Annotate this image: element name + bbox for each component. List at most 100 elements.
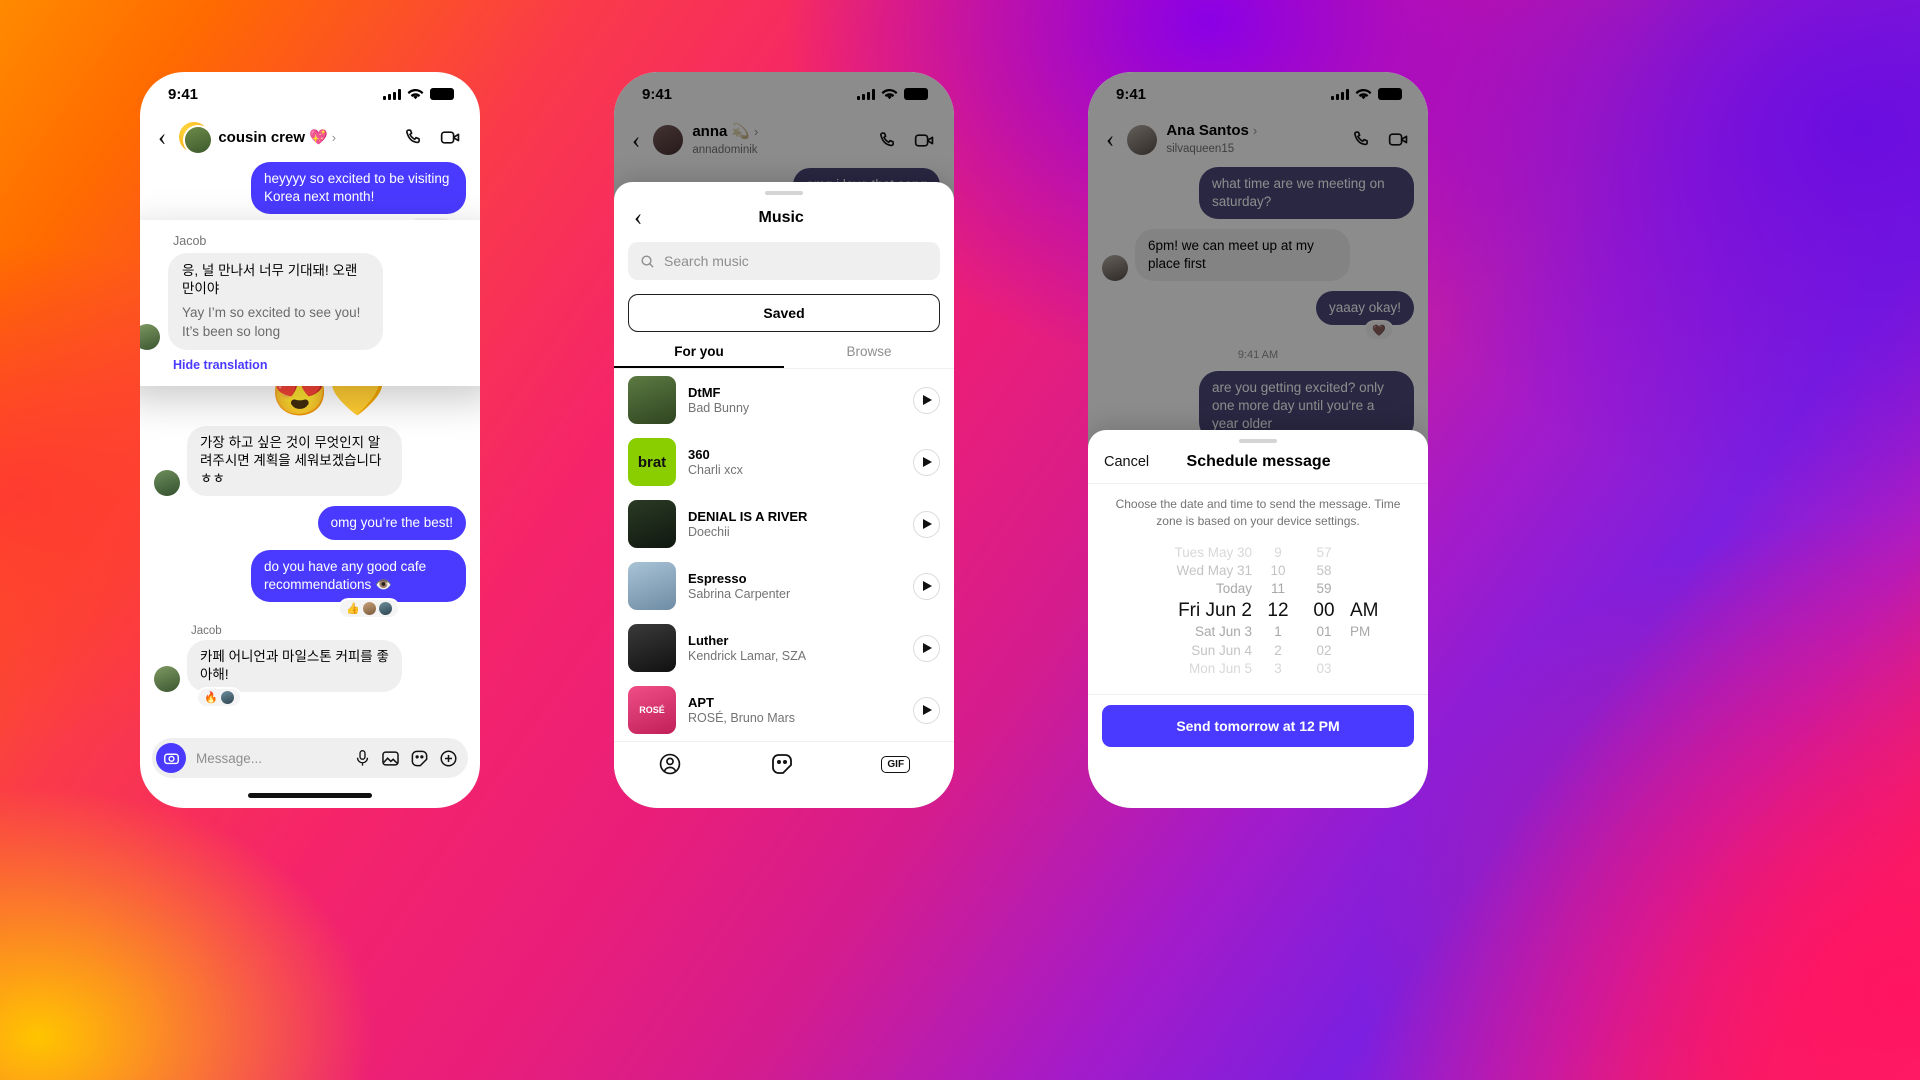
chat-title-emoji: 💫: [731, 123, 751, 140]
picker-date-option[interactable]: Wed May 31: [1176, 562, 1252, 580]
reaction-pill[interactable]: ❤️: [1366, 321, 1392, 339]
home-indicator: [248, 793, 372, 798]
chevron-right-icon: ›: [331, 129, 337, 145]
play-icon[interactable]: [913, 634, 940, 662]
picker-minute-option[interactable]: 57: [1316, 544, 1331, 562]
back-icon[interactable]: ‹: [628, 128, 644, 153]
avatar[interactable]: [653, 125, 684, 155]
album-art: [628, 500, 676, 548]
send-scheduled-button[interactable]: Send tomorrow at 12 PM: [1102, 705, 1414, 748]
track-row[interactable]: DtMF Bad Bunny: [614, 369, 954, 431]
play-icon[interactable]: [913, 448, 940, 476]
picker-date-option[interactable]: Sat Jun 3: [1195, 623, 1252, 641]
play-icon[interactable]: [913, 572, 940, 600]
picker-meridiem-option[interactable]: PM: [1350, 623, 1370, 641]
picker-column-hour[interactable]: 9 10 11 12 1 2 3: [1258, 544, 1298, 679]
avatar-sticker-icon[interactable]: [658, 752, 682, 776]
picker-hour-option[interactable]: 1: [1274, 623, 1282, 641]
track-row[interactable]: Espresso Sabrina Carpenter: [614, 555, 954, 617]
back-icon[interactable]: ‹: [630, 205, 646, 230]
album-art: ROSÉ: [628, 686, 676, 734]
picker-column-minute[interactable]: 57 58 59 00 01 02 03: [1304, 544, 1344, 679]
picker-minute-option[interactable]: 01: [1316, 623, 1331, 641]
cellular-signal-icon: [383, 88, 401, 100]
phone-call-icon[interactable]: [877, 130, 898, 151]
message-bubble[interactable]: what time are we meeting on saturday?: [1199, 167, 1414, 219]
plus-icon[interactable]: [439, 749, 458, 768]
picker-hour-option[interactable]: 3: [1274, 660, 1282, 678]
picker-date-option[interactable]: Mon Jun 5: [1189, 660, 1252, 678]
video-call-icon[interactable]: [913, 129, 936, 152]
chat-title: cousin crew: [218, 128, 306, 146]
message-input[interactable]: Message...: [196, 751, 344, 766]
translation-bubble[interactable]: 응, 널 만나서 너무 기대돼! 오랜만이야 Yay I’m so excite…: [168, 253, 383, 350]
message-bubble[interactable]: 6pm! we can meet up at my place first: [1135, 228, 1350, 281]
picker-date-selected[interactable]: Fri Jun 2: [1178, 599, 1252, 624]
music-sheet: ‹ Music Search music Saved For you Brows…: [614, 182, 954, 808]
message-input-bar[interactable]: Message...: [152, 738, 468, 778]
album-art: brat: [628, 438, 676, 486]
header-names[interactable]: Ana Santos › silvaqueen15: [1166, 122, 1342, 157]
picker-hour-option[interactable]: 11: [1271, 580, 1285, 598]
phone-call-icon[interactable]: [403, 127, 424, 148]
picker-column-date[interactable]: Tues May 30 Wed May 31 Today Fri Jun 2 S…: [1120, 544, 1252, 679]
message-bubble[interactable]: do you have any good cafe recommendation…: [251, 549, 466, 602]
video-call-icon[interactable]: [439, 126, 462, 149]
track-artist: Sabrina Carpenter: [688, 587, 791, 601]
message-bubble[interactable]: 카페 어니언과 마일스톤 커피를 좋아해!: [187, 639, 402, 692]
tab-for-you[interactable]: For you: [614, 344, 784, 368]
photo-icon[interactable]: [381, 749, 400, 768]
message-bubble[interactable]: yaaay okay!: [1315, 290, 1414, 325]
track-row[interactable]: DENIAL IS A RIVER Doechii: [614, 493, 954, 555]
picker-hour-option[interactable]: 10: [1270, 562, 1285, 580]
track-artist: Bad Bunny: [688, 401, 750, 415]
avatar[interactable]: [1127, 124, 1158, 155]
mic-icon[interactable]: [354, 749, 371, 768]
message-bubble[interactable]: 가장 하고 싶은 것이 무엇인지 알려주시면 계획을 세워보겠습니다 ㅎㅎ: [187, 425, 402, 496]
message-bubble[interactable]: heyyyy so excited to be visiting Korea n…: [251, 162, 466, 214]
gif-icon[interactable]: GIF: [881, 755, 911, 773]
tab-browse[interactable]: Browse: [784, 344, 954, 368]
hide-translation-button[interactable]: Hide translation: [173, 358, 480, 372]
battery-icon: [1378, 88, 1402, 100]
phone-2-screen: 9:41 ‹ anna 💫 › annadominik ‹ Music Sear…: [614, 72, 954, 808]
cancel-button[interactable]: Cancel: [1104, 454, 1149, 470]
message-bubble[interactable]: omg you’re the best!: [317, 505, 466, 540]
picker-date-option[interactable]: Tues May 30: [1174, 544, 1252, 562]
saved-button[interactable]: Saved: [628, 294, 940, 332]
back-icon[interactable]: ‹: [1102, 127, 1118, 152]
play-icon[interactable]: [913, 510, 940, 538]
picker-date-option[interactable]: Sun Jun 4: [1191, 642, 1252, 660]
track-row[interactable]: brat 360 Charli xcx: [614, 431, 954, 493]
play-icon[interactable]: [913, 386, 940, 414]
reaction-pill[interactable]: 👍: [340, 599, 398, 617]
play-icon[interactable]: [913, 696, 940, 724]
picker-meridiem-selected[interactable]: AM: [1350, 599, 1379, 624]
picker-minute-option[interactable]: 59: [1316, 580, 1331, 598]
reaction-row: ❤️: [1102, 321, 1414, 339]
back-icon[interactable]: ‹: [154, 125, 170, 150]
picker-minute-selected[interactable]: 00: [1313, 599, 1334, 624]
sticker-icon[interactable]: [770, 752, 794, 776]
search-music-field[interactable]: Search music: [628, 242, 940, 280]
sticker-icon[interactable]: [410, 749, 429, 768]
picker-minute-option[interactable]: 02: [1316, 642, 1331, 660]
picker-hour-selected[interactable]: 12: [1267, 599, 1288, 624]
header-names[interactable]: cousin crew 💖 ›: [218, 128, 394, 147]
avatar-group[interactable]: [179, 122, 212, 153]
picker-minute-option[interactable]: 03: [1316, 660, 1331, 678]
phone-call-icon[interactable]: [1351, 129, 1372, 150]
camera-icon[interactable]: [156, 743, 186, 773]
video-call-icon[interactable]: [1387, 128, 1410, 151]
sheet-title: Music: [758, 208, 804, 226]
datetime-picker[interactable]: Tues May 30 Wed May 31 Today Fri Jun 2 S…: [1088, 536, 1428, 689]
track-row[interactable]: ROSÉ APT ROSÉ, Bruno Mars: [614, 679, 954, 741]
reaction-pill[interactable]: 🔥: [198, 688, 240, 706]
header-names[interactable]: anna 💫 › annadominik: [692, 122, 868, 158]
picker-minute-option[interactable]: 58: [1316, 562, 1331, 580]
picker-date-option[interactable]: Today: [1216, 580, 1252, 598]
picker-hour-option[interactable]: 9: [1274, 544, 1282, 562]
track-row[interactable]: Luther Kendrick Lamar, SZA: [614, 617, 954, 679]
picker-hour-option[interactable]: 2: [1274, 642, 1282, 660]
picker-column-meridiem[interactable]: · · · AM PM: [1350, 544, 1396, 679]
